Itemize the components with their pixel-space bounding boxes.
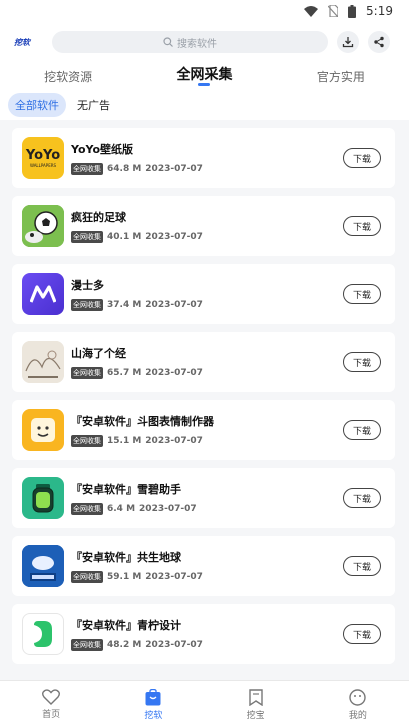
source-tag: 全网收集 (71, 367, 103, 379)
download-button[interactable]: 下载 (343, 148, 381, 168)
download-button[interactable]: 下载 (343, 624, 381, 644)
app-name: 『安卓软件』雪碧助手 (71, 483, 181, 496)
app-date: 2023-07-07 (145, 368, 203, 378)
nav-label: 首页 (42, 710, 61, 720)
app-date: 2023-07-07 (145, 572, 203, 582)
battery-icon (348, 4, 357, 18)
app-size: 6.4 M (107, 504, 136, 514)
download-button[interactable]: 下载 (343, 556, 381, 576)
status-bar: 5:19 (0, 0, 409, 22)
app-name: 山海了个经 (71, 347, 126, 360)
app-card[interactable]: 『安卓软件』青柠设计 全网收集 48.2 M 2023-07-07 下载 (12, 604, 395, 664)
download-button[interactable]: 下载 (343, 352, 381, 372)
manshiduo-icon (22, 273, 64, 315)
share-icon (374, 36, 384, 48)
download-button[interactable]: 下载 (343, 420, 381, 440)
main-tabs: 挖软资源 全网采集 官方实用 (0, 62, 409, 90)
download-button[interactable]: 下载 (343, 488, 381, 508)
active-tab-indicator (198, 83, 211, 86)
app-size: 59.1 M (107, 572, 142, 582)
app-size: 48.2 M (107, 640, 142, 650)
app-name: 『安卓软件』青柠设计 (71, 619, 181, 632)
app-card[interactable]: 『安卓软件』雪碧助手 全网收集 6.4 M 2023-07-07 下载 (12, 468, 395, 528)
filter-no-ads[interactable]: 无广告 (70, 93, 117, 117)
nav-home[interactable]: 首页 (0, 681, 102, 728)
app-date: 2023-07-07 (145, 640, 203, 650)
share-button[interactable] (368, 31, 390, 53)
app-size: 37.4 M (107, 300, 142, 310)
status-time: 5:19 (366, 4, 393, 18)
sprite-assistant-icon (22, 477, 64, 519)
search-icon (163, 37, 173, 47)
download-icon (342, 37, 354, 48)
lime-design-icon (22, 613, 64, 655)
top-bar: 挖软 搜索软件 (0, 22, 409, 62)
no-sim-icon (328, 5, 339, 17)
app-name: 疯狂的足球 (71, 211, 126, 224)
heart-icon (42, 689, 61, 705)
download-manager-button[interactable] (337, 31, 359, 53)
source-tag: 全网收集 (71, 231, 103, 243)
nav-mine[interactable]: 我的 (307, 681, 409, 728)
app-date: 2023-07-07 (145, 436, 203, 446)
source-tag: 全网收集 (71, 435, 103, 447)
app-size: 64.8 M (107, 164, 142, 174)
app-name: 『安卓软件』共生地球 (71, 551, 181, 564)
app-date: 2023-07-07 (139, 504, 197, 514)
nav-label: 挖软 (144, 710, 163, 721)
source-tag: 全网收集 (71, 639, 103, 651)
tab-web-collection[interactable]: 全网采集 (136, 62, 272, 90)
app-card[interactable]: 漫士多 全网收集 37.4 M 2023-07-07 下载 (12, 264, 395, 324)
download-button[interactable]: 下载 (343, 284, 381, 304)
app-name: 漫士多 (71, 279, 104, 292)
app-size: 65.7 M (107, 368, 142, 378)
yoyo-wallpapers-icon: YoYo WALLPAPERS (22, 137, 64, 179)
app-card[interactable]: YoYo WALLPAPERS YoYo壁纸版 全网收集 64.8 M 2023-0… (12, 128, 395, 188)
source-tag: 全网收集 (71, 299, 103, 311)
app-size: 40.1 M (107, 232, 142, 242)
tab-official-utility[interactable]: 官方实用 (273, 62, 409, 90)
app-card[interactable]: 山海了个经 全网收集 65.7 M 2023-07-07 下载 (12, 332, 395, 392)
search-placeholder: 搜索软件 (177, 38, 217, 50)
app-list: YoYo WALLPAPERS YoYo壁纸版 全网收集 64.8 M 2023-0… (0, 120, 409, 680)
search-bar[interactable]: 搜索软件 (52, 31, 328, 53)
app-date: 2023-07-07 (145, 300, 203, 310)
face-icon (349, 688, 367, 706)
earth-icon (22, 545, 64, 587)
soccer-icon (22, 205, 64, 247)
bottom-nav: 首页 挖软 挖宝 我的 (0, 680, 409, 728)
bookmark-icon (248, 688, 263, 706)
app-logo[interactable]: 挖软 (14, 37, 48, 48)
app-date: 2023-07-07 (145, 232, 203, 242)
app-date: 2023-07-07 (145, 164, 203, 174)
tab-wr-resources[interactable]: 挖软资源 (0, 62, 136, 90)
source-tag: 全网收集 (71, 503, 103, 515)
nav-label: 挖宝 (246, 710, 265, 721)
app-card[interactable]: 『安卓软件』斗图表情制作器 全网收集 15.1 M 2023-07-07 下载 (12, 400, 395, 460)
bag-icon (145, 688, 161, 705)
nav-treasure[interactable]: 挖宝 (205, 681, 307, 728)
nav-wr[interactable]: 挖软 (102, 681, 204, 728)
source-tag: 全网收集 (71, 571, 103, 583)
nav-label: 我的 (348, 710, 367, 721)
app-name: YoYo壁纸版 (71, 143, 134, 156)
filter-row: 全部软件 无广告 (0, 90, 409, 120)
app-name: 『安卓软件』斗图表情制作器 (71, 415, 214, 428)
shanhai-icon (22, 341, 64, 383)
app-card[interactable]: 疯狂的足球 全网收集 40.1 M 2023-07-07 下载 (12, 196, 395, 256)
download-button[interactable]: 下载 (343, 216, 381, 236)
meme-maker-icon (22, 409, 64, 451)
app-card[interactable]: 『安卓软件』共生地球 全网收集 59.1 M 2023-07-07 下载 (12, 536, 395, 596)
filter-all-software[interactable]: 全部软件 (8, 93, 66, 117)
wifi-icon (304, 5, 319, 17)
source-tag: 全网收集 (71, 163, 103, 175)
app-size: 15.1 M (107, 436, 142, 446)
